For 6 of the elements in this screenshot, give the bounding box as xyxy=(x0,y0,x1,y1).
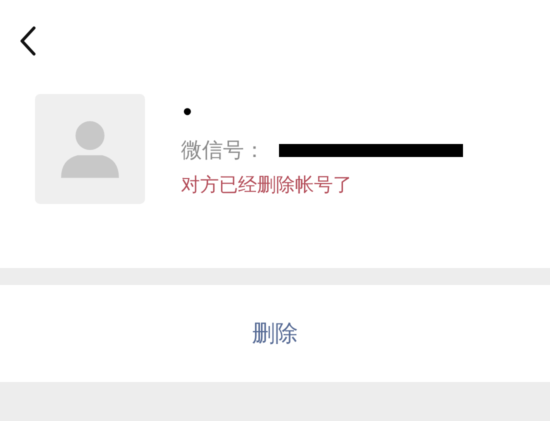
account-deleted-notice: 对方已经删除帐号了 xyxy=(181,173,353,198)
person-icon xyxy=(59,118,121,180)
nickname: • xyxy=(181,99,195,126)
wechat-id-label: 微信号： xyxy=(181,137,265,164)
back-icon[interactable] xyxy=(20,26,36,56)
delete-button[interactable]: 删除 xyxy=(252,318,298,349)
